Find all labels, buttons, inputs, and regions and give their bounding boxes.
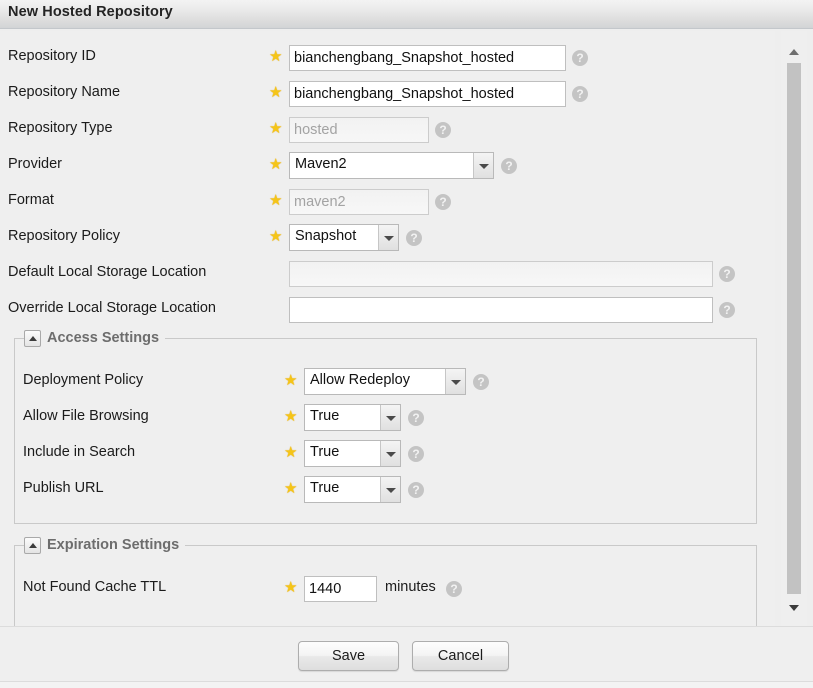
help-icon[interactable]: ? <box>572 86 588 102</box>
vertical-scrollbar[interactable] <box>781 31 807 626</box>
field-row-default-local-storage-location: Default Local Storage Location ? <box>0 256 775 292</box>
required-star-icon: ★ <box>284 480 298 497</box>
deployment-policy-select-value: Allow Redeploy <box>310 372 410 388</box>
label-deployment-policy: Deployment Policy <box>23 372 144 388</box>
field-row-allow-file-browsing: Allow File Browsing ★ True ? <box>15 400 756 436</box>
label-repository-id: Repository ID <box>8 48 96 64</box>
access-settings-legend: Access Settings <box>24 328 166 348</box>
field-row-format: Format ★ ? <box>0 184 775 220</box>
repository-policy-select[interactable]: Snapshot <box>289 224 399 251</box>
label-repository-policy: Repository Policy <box>8 228 121 244</box>
access-settings-fieldset: Access Settings Deployment Policy ★ Allo… <box>14 328 757 524</box>
help-icon[interactable]: ? <box>408 446 424 462</box>
label-provider: Provider <box>8 156 62 172</box>
field-row-provider: Provider ★ Maven2 ? <box>0 148 775 184</box>
cancel-button[interactable]: Cancel <box>412 641 509 671</box>
repository-policy-select-value: Snapshot <box>295 228 357 244</box>
not-found-cache-ttl-unit: minutes <box>385 579 436 595</box>
chevron-down-icon[interactable] <box>473 153 493 178</box>
label-allow-file-browsing: Allow File Browsing <box>23 408 149 424</box>
required-star-icon: ★ <box>269 84 283 101</box>
field-row-deployment-policy: Deployment Policy ★ Allow Redeploy ? <box>15 364 756 400</box>
chevron-down-icon[interactable] <box>380 405 400 430</box>
field-row-include-in-search: Include in Search ★ True ? <box>15 436 756 472</box>
repository-type-input <box>289 117 429 143</box>
repository-name-input[interactable] <box>289 81 566 107</box>
help-icon[interactable]: ? <box>719 302 735 318</box>
allow-file-browsing-select-value: True <box>310 408 340 424</box>
label-include-in-search: Include in Search <box>23 444 136 460</box>
chevron-down-icon[interactable] <box>445 369 465 394</box>
deployment-policy-select[interactable]: Allow Redeploy <box>304 368 466 395</box>
scrollbar-thumb[interactable] <box>787 63 801 594</box>
field-row-override-local-storage-location: Override Local Storage Location ? <box>0 292 775 328</box>
access-settings-legend-text: Access Settings <box>47 330 160 346</box>
field-row-publish-url: Publish URL ★ True ? <box>15 472 756 508</box>
provider-select-value: Maven2 <box>295 156 347 172</box>
field-row-repository-type: Repository Type ★ ? <box>0 112 775 148</box>
dialog-button-bar: Save Cancel <box>0 626 813 688</box>
provider-select[interactable]: Maven2 <box>289 152 494 179</box>
publish-url-select-value: True <box>310 480 340 496</box>
expiration-settings-legend: Expiration Settings <box>24 535 186 555</box>
help-icon[interactable]: ? <box>406 230 422 246</box>
new-hosted-repository-window: New Hosted Repository Repository ID ★ ? … <box>0 0 813 688</box>
collapse-triangle-up-icon[interactable] <box>24 536 41 554</box>
window-title-bar: New Hosted Repository <box>0 0 813 29</box>
chevron-down-icon[interactable] <box>378 225 398 250</box>
required-star-icon: ★ <box>269 156 283 173</box>
help-icon[interactable]: ? <box>501 158 517 174</box>
not-found-cache-ttl-input[interactable] <box>304 576 377 602</box>
scroll-arrow-down-icon[interactable] <box>786 601 802 614</box>
override-local-storage-location-input[interactable] <box>289 297 713 323</box>
field-row-repository-policy: Repository Policy ★ Snapshot ? <box>0 220 775 256</box>
default-local-storage-location-input <box>289 261 713 287</box>
publish-url-select[interactable]: True <box>304 476 401 503</box>
field-row-not-found-cache-ttl: Not Found Cache TTL ★ minutes ? <box>15 571 756 607</box>
chevron-down-icon[interactable] <box>380 441 400 466</box>
label-repository-name: Repository Name <box>8 84 121 100</box>
expiration-settings-fieldset: Expiration Settings Not Found Cache TTL … <box>14 535 757 626</box>
chevron-down-icon[interactable] <box>380 477 400 502</box>
label-default-local-storage-location: Default Local Storage Location <box>8 264 207 280</box>
required-star-icon: ★ <box>269 192 283 209</box>
help-icon[interactable]: ? <box>572 50 588 66</box>
help-icon[interactable]: ? <box>435 194 451 210</box>
collapse-triangle-up-icon[interactable] <box>24 329 41 347</box>
field-row-repository-id: Repository ID ★ ? <box>0 40 775 76</box>
label-not-found-cache-ttl: Not Found Cache TTL <box>23 579 167 595</box>
help-icon[interactable]: ? <box>473 374 489 390</box>
field-row-repository-name: Repository Name ★ ? <box>0 76 775 112</box>
required-star-icon: ★ <box>269 120 283 137</box>
required-star-icon: ★ <box>284 444 298 461</box>
form-scroll-area: Repository ID ★ ? Repository Name ★ ? Re… <box>0 31 775 626</box>
required-star-icon: ★ <box>269 228 283 245</box>
help-icon[interactable]: ? <box>435 122 451 138</box>
required-star-icon: ★ <box>269 48 283 65</box>
label-format: Format <box>8 192 54 208</box>
format-input <box>289 189 429 215</box>
expiration-settings-legend-text: Expiration Settings <box>47 537 180 553</box>
required-star-icon: ★ <box>284 372 298 389</box>
scroll-arrow-up-icon[interactable] <box>786 45 802 58</box>
label-publish-url: Publish URL <box>23 480 104 496</box>
allow-file-browsing-select[interactable]: True <box>304 404 401 431</box>
include-in-search-select[interactable]: True <box>304 440 401 467</box>
label-repository-type: Repository Type <box>8 120 113 136</box>
save-button[interactable]: Save <box>298 641 399 671</box>
help-icon[interactable]: ? <box>408 410 424 426</box>
include-in-search-select-value: True <box>310 444 340 460</box>
required-star-icon: ★ <box>284 408 298 425</box>
repository-id-input[interactable] <box>289 45 566 71</box>
label-override-local-storage-location: Override Local Storage Location <box>8 300 216 316</box>
required-star-icon: ★ <box>284 579 298 596</box>
help-icon[interactable]: ? <box>446 581 462 597</box>
help-icon[interactable]: ? <box>719 266 735 282</box>
page-title: New Hosted Repository <box>8 4 173 20</box>
help-icon[interactable]: ? <box>408 482 424 498</box>
